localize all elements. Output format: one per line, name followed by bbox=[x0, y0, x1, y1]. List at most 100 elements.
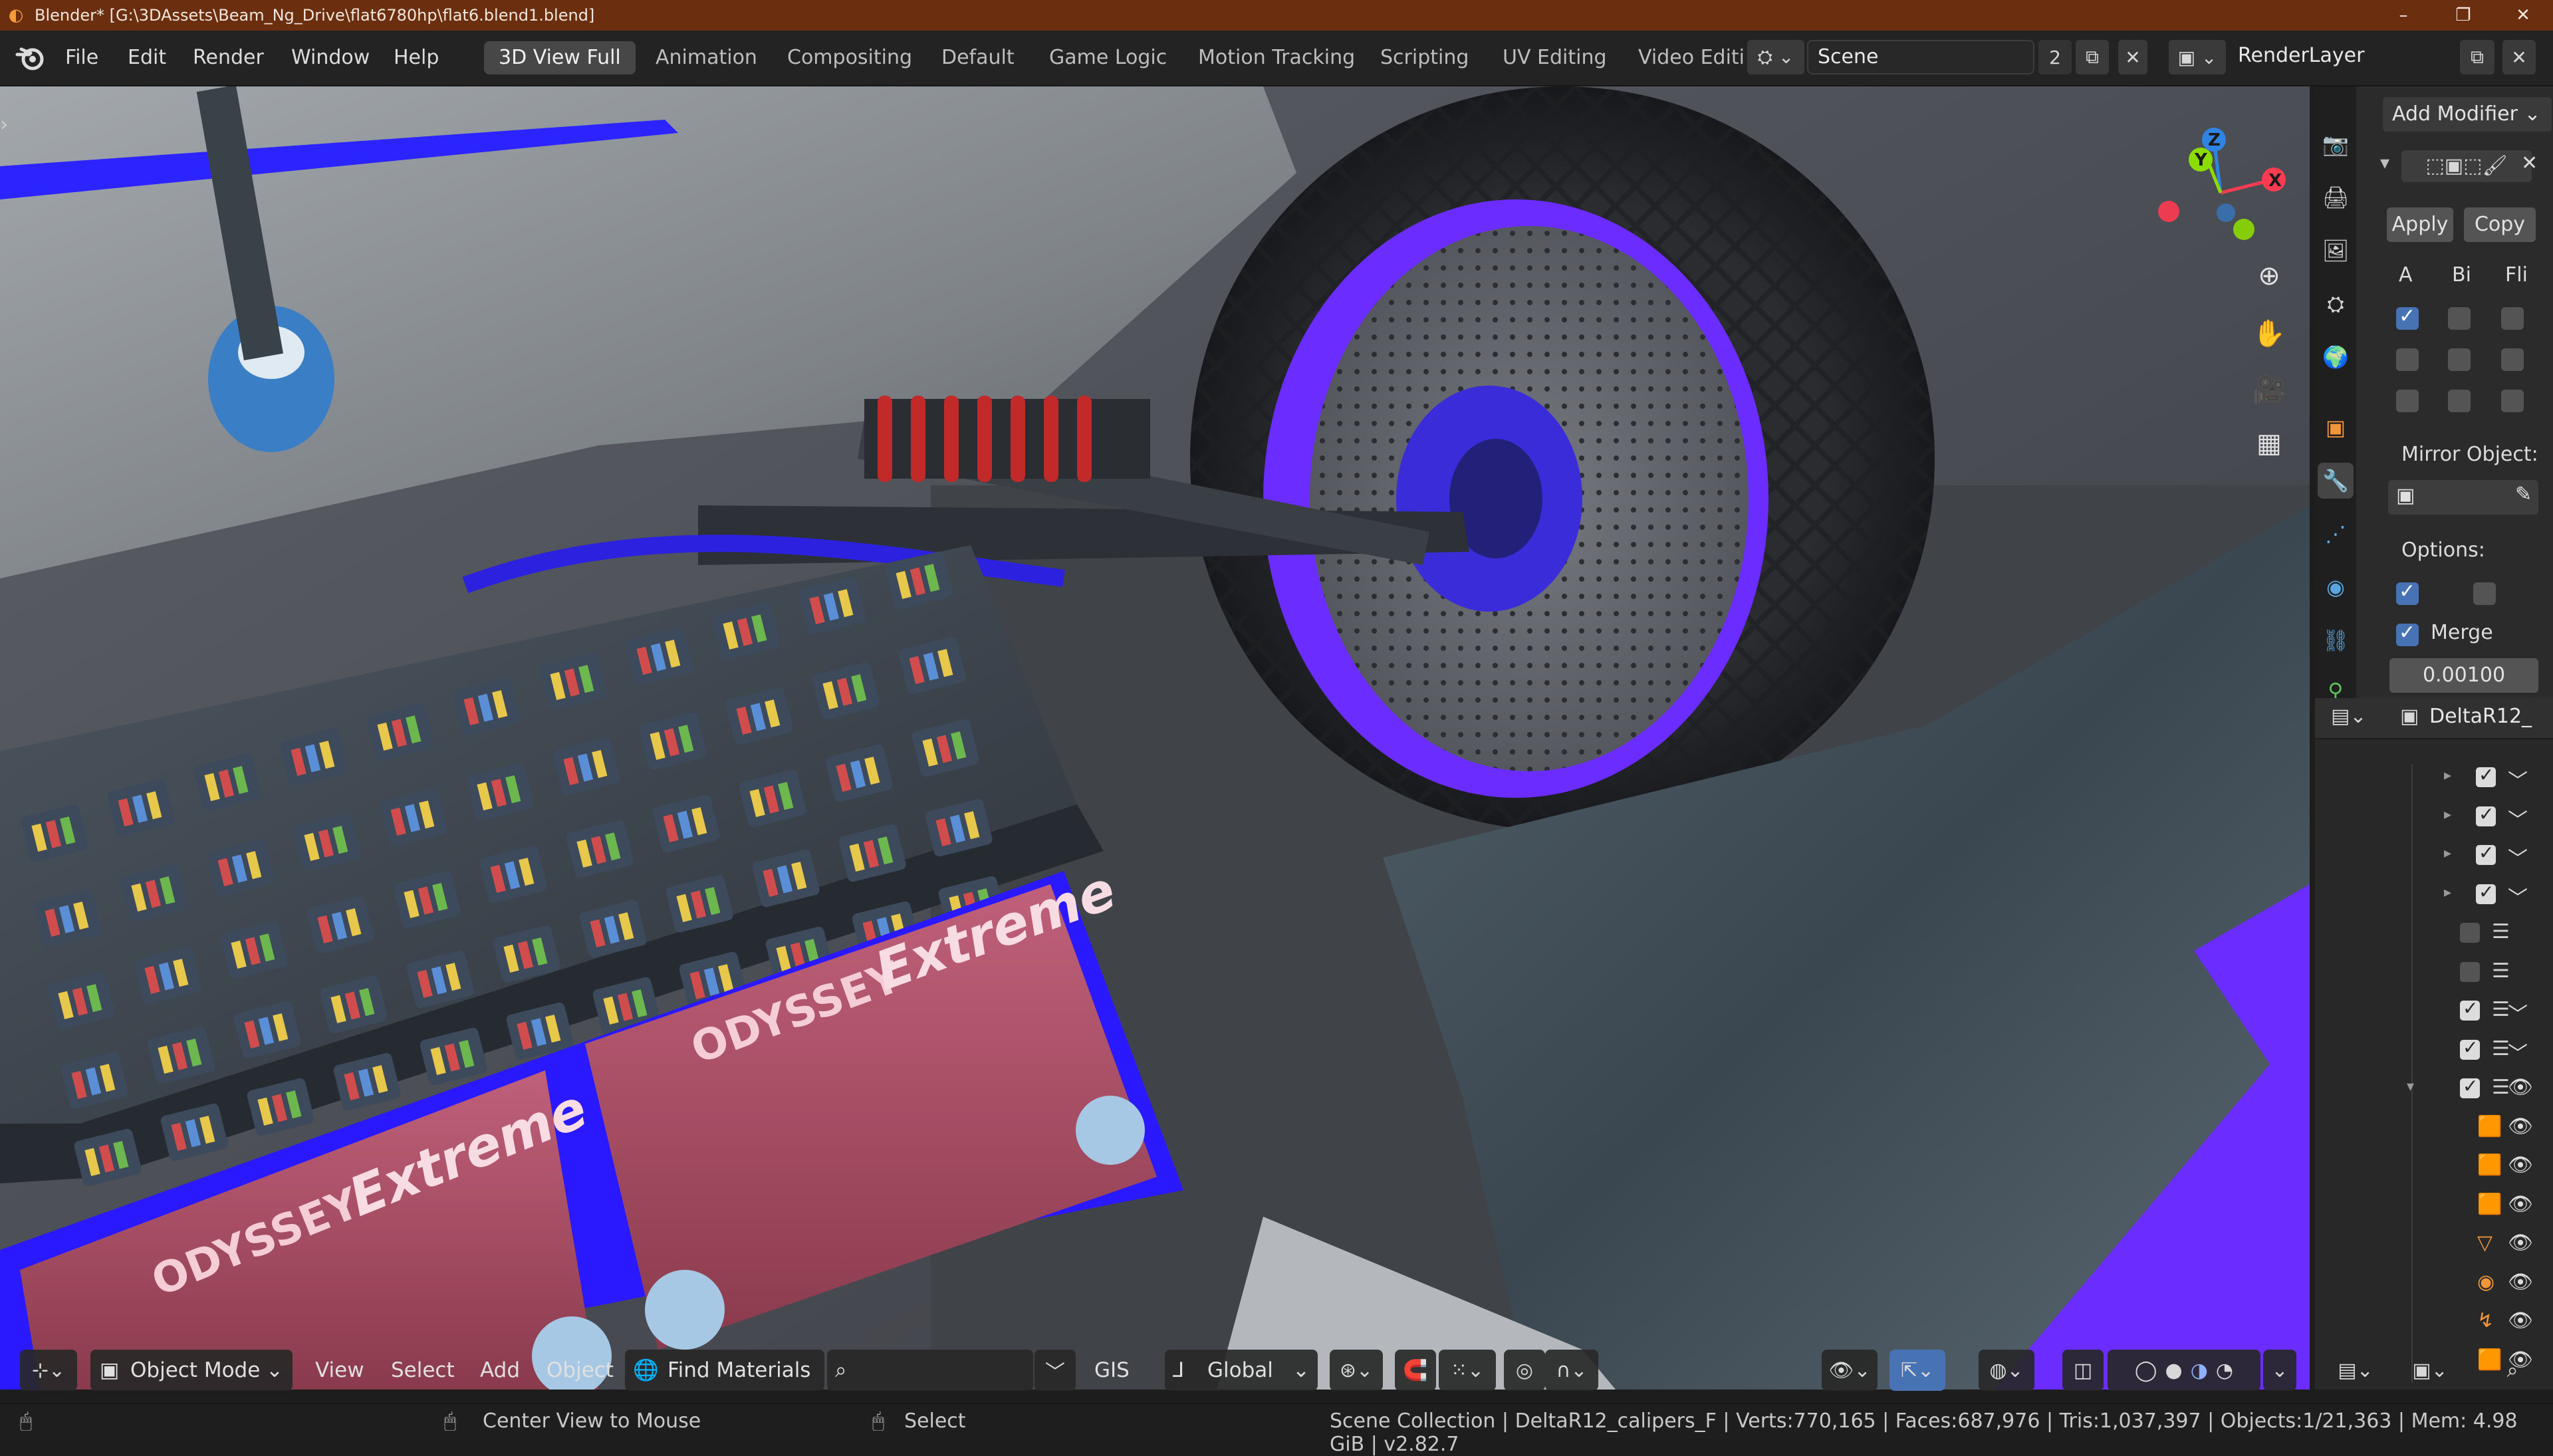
outliner-editor-type-icon[interactable]: ▤⌄ bbox=[2327, 1350, 2384, 1391]
option-checkbox-2[interactable] bbox=[2473, 582, 2496, 605]
tab-default[interactable]: Default bbox=[927, 41, 1029, 74]
outliner-row[interactable]: 🟧 👁 bbox=[2315, 1108, 2553, 1147]
object-properties-icon[interactable]: ▣ bbox=[2318, 410, 2354, 445]
outliner-search-icon[interactable]: ⌕ bbox=[2492, 1350, 2533, 1391]
wireframe-shading-icon[interactable]: ◯ bbox=[2135, 1359, 2157, 1382]
outliner-row[interactable]: ▸﹀ bbox=[2315, 758, 2553, 796]
menu-help[interactable]: Help bbox=[394, 43, 439, 73]
outliner-row[interactable]: ▸﹀ bbox=[2315, 875, 2553, 913]
search-options-chevron-icon[interactable]: ﹀ bbox=[1034, 1350, 1076, 1391]
expand-triangle-icon[interactable]: ▸ bbox=[2444, 884, 2451, 901]
outliner-row[interactable]: ▸﹀ bbox=[2315, 836, 2553, 874]
outliner-row[interactable]: ▸﹀ bbox=[2315, 797, 2553, 836]
exclude-checkbox[interactable] bbox=[2460, 1075, 2480, 1098]
transform-orientation-dropdown[interactable]: ⅃ Global ⌄ bbox=[1165, 1350, 1318, 1391]
modifier-properties-icon[interactable]: 🔧 bbox=[2318, 463, 2354, 499]
tab-game-logic[interactable]: Game Logic bbox=[1034, 41, 1181, 74]
outliner-filter-icon[interactable]: ▣⌄ bbox=[2401, 1350, 2459, 1391]
hidden-eye-icon[interactable]: ﹀ bbox=[2508, 1037, 2528, 1066]
visibility-eye-icon[interactable]: 👁 bbox=[2508, 1309, 2533, 1332]
mirror-axis-x-checkbox[interactable] bbox=[2396, 304, 2419, 330]
merge-checkbox[interactable] bbox=[2396, 621, 2419, 646]
add-modifier-dropdown[interactable]: Add Modifier ⌄ bbox=[2383, 97, 2552, 132]
delete-render-layer-icon[interactable]: ✕ bbox=[2502, 40, 2536, 74]
minimize-button[interactable]: – bbox=[2373, 0, 2433, 31]
pivot-point-icon[interactable]: ⊛⌄ bbox=[1330, 1350, 1383, 1391]
object-mode-dropdown[interactable]: ▣ Object Mode ⌄ bbox=[90, 1350, 293, 1391]
menu-add[interactable]: Add bbox=[471, 1350, 529, 1391]
visibility-eye-icon[interactable]: 👁 bbox=[2508, 1115, 2533, 1138]
constraints-properties-icon[interactable]: ⛓ bbox=[2318, 622, 2354, 658]
scene-properties-icon[interactable]: ⛭ bbox=[2318, 286, 2354, 322]
tab-motion-tracking[interactable]: Motion Tracking bbox=[1183, 41, 1370, 74]
copy-button[interactable]: Copy bbox=[2464, 207, 2536, 242]
merge-distance-field[interactable]: 0.00100 bbox=[2389, 658, 2538, 693]
menu-render[interactable]: Render bbox=[193, 43, 264, 73]
particles-properties-icon[interactable]: ⋰ bbox=[2318, 516, 2354, 552]
menu-view[interactable]: View bbox=[306, 1350, 374, 1391]
exclude-checkbox[interactable] bbox=[2476, 764, 2496, 787]
bisect-y-checkbox[interactable] bbox=[2448, 348, 2471, 371]
render-layer-selector-button[interactable]: ▣ ⌄ bbox=[2169, 40, 2226, 74]
outliner-row[interactable]: 🟧 👁 bbox=[2315, 1186, 2553, 1225]
pan-hand-icon[interactable]: ✋ bbox=[2249, 312, 2290, 354]
tab-scripting[interactable]: Scripting bbox=[1366, 41, 1483, 74]
apply-button[interactable]: Apply bbox=[2387, 207, 2453, 242]
exclude-checkbox[interactable] bbox=[2476, 842, 2496, 865]
physics-properties-icon[interactable]: ◉ bbox=[2318, 569, 2354, 605]
exclude-checkbox[interactable] bbox=[2460, 923, 2480, 943]
orthographic-grid-icon[interactable]: ▦ bbox=[2249, 423, 2290, 464]
blender-menu-icon[interactable] bbox=[15, 43, 45, 73]
expand-triangle-icon[interactable]: ▸ bbox=[2444, 767, 2451, 784]
hidden-eye-icon[interactable]: ﹀ bbox=[2508, 998, 2528, 1027]
proportional-edit-icon[interactable]: ◎ bbox=[1504, 1350, 1545, 1391]
toolbar-expand-chevron-icon[interactable]: › bbox=[0, 113, 8, 136]
editor-type-icon[interactable]: ⊹⌄ bbox=[20, 1350, 77, 1391]
outliner-row[interactable]: ◉ 👁 bbox=[2315, 1264, 2553, 1302]
search-input[interactable]: ⌕ bbox=[827, 1350, 1033, 1391]
exclude-checkbox[interactable] bbox=[2476, 881, 2496, 904]
tab-3d-view-full[interactable]: 3D View Full bbox=[484, 41, 636, 74]
render-layer-field[interactable]: RenderLayer bbox=[2229, 40, 2464, 74]
visibility-eye-icon[interactable]: 👁 bbox=[2508, 1271, 2533, 1294]
tab-video-editing[interactable]: Video Editi bbox=[1624, 41, 1759, 74]
exclude-checkbox[interactable] bbox=[2460, 997, 2480, 1021]
3d-viewport[interactable]: ODYSSEY Extreme ODYSSEY Extreme X Z Y ⊕ … bbox=[0, 86, 2310, 1390]
view-layer-properties-icon[interactable]: 🖼 bbox=[2318, 233, 2354, 269]
outliner-display-mode-icon[interactable]: ▤⌄ bbox=[2331, 705, 2366, 728]
shading-options-chevron-icon[interactable]: ⌄ bbox=[2263, 1350, 2296, 1391]
zoom-icon[interactable]: ⊕ bbox=[2249, 255, 2290, 297]
rendered-shading-icon[interactable]: ◔ bbox=[2216, 1359, 2233, 1382]
outliner-row[interactable]: ☰﹀ bbox=[2315, 991, 2553, 1030]
find-materials-dropdown[interactable]: 🌐 Find Materials bbox=[625, 1350, 824, 1391]
snap-magnet-icon[interactable]: 🧲 bbox=[1395, 1350, 1436, 1391]
hidden-eye-icon[interactable]: ﹀ bbox=[2508, 804, 2528, 833]
exclude-checkbox[interactable] bbox=[2460, 961, 2480, 982]
tab-animation[interactable]: Animation bbox=[641, 41, 772, 74]
falloff-curve-icon[interactable]: ∩⌄ bbox=[1545, 1350, 1598, 1391]
visibility-eye-icon[interactable]: 👁 bbox=[2508, 1153, 2533, 1177]
hidden-eye-icon[interactable]: ﹀ bbox=[2508, 765, 2528, 794]
outliner-row[interactable]: ▾ ☰👁 bbox=[2315, 1069, 2553, 1108]
menu-window[interactable]: Window bbox=[291, 43, 370, 73]
menu-edit[interactable]: Edit bbox=[128, 43, 166, 73]
visibility-eye-icon[interactable]: 👁 bbox=[2508, 1076, 2533, 1099]
mirror-axis-z-checkbox[interactable] bbox=[2396, 390, 2419, 412]
solid-shading-icon[interactable]: ● bbox=[2165, 1359, 2183, 1382]
exclude-checkbox[interactable] bbox=[2476, 803, 2496, 826]
option-checkbox-1[interactable] bbox=[2396, 580, 2419, 605]
scene-selector-button[interactable]: ⛭ ⌄ bbox=[1747, 40, 1804, 74]
xray-toggle-icon[interactable]: ◫ bbox=[2062, 1350, 2104, 1391]
outliner-row[interactable]: 🟧 👁 bbox=[2315, 1147, 2553, 1185]
hidden-eye-icon[interactable]: ﹀ bbox=[2508, 882, 2528, 911]
hidden-eye-icon[interactable]: ﹀ bbox=[2508, 842, 2528, 872]
eyedropper-icon[interactable]: ✎ bbox=[2515, 483, 2532, 506]
modifier-display-toggles[interactable]: ⬚▣⬚🖌 bbox=[2401, 150, 2532, 182]
render-properties-icon[interactable]: 📷 bbox=[2318, 126, 2354, 162]
outliner-row[interactable]: ▽ 👁 bbox=[2315, 1225, 2553, 1263]
visibility-selectability-icon[interactable]: 👁⌄ bbox=[1822, 1350, 1878, 1391]
remove-modifier-close-icon[interactable]: ✕ bbox=[2521, 152, 2538, 175]
gizmo-toggle-icon[interactable]: ⇱⌄ bbox=[1889, 1350, 1945, 1391]
flip-z-checkbox[interactable] bbox=[2501, 390, 2524, 412]
new-render-layer-icon[interactable]: ⧉ bbox=[2460, 40, 2494, 74]
